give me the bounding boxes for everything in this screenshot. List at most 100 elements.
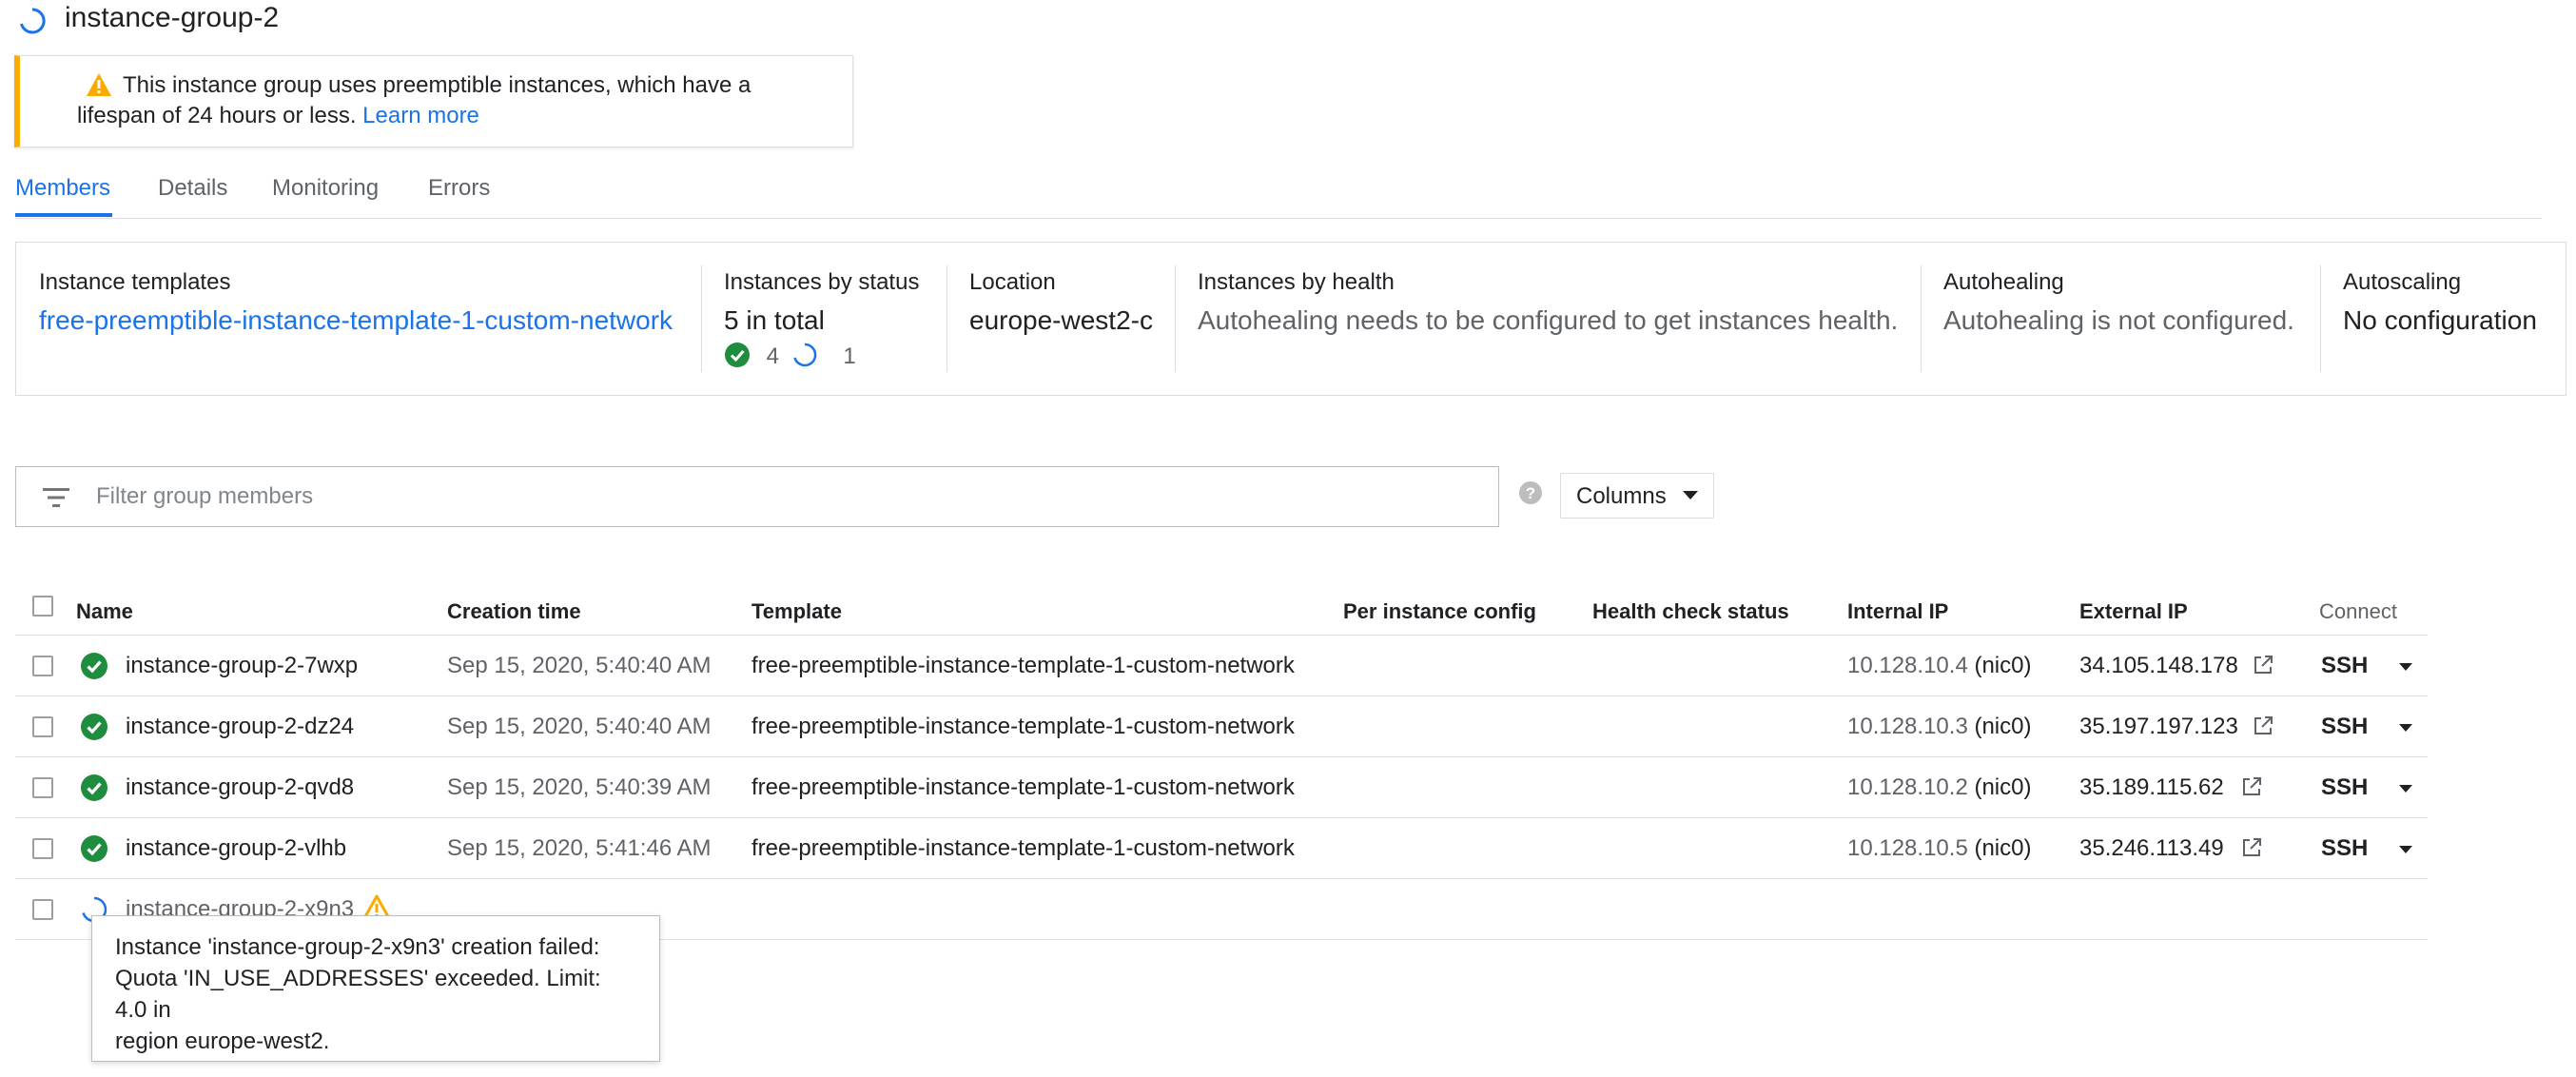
banner-text-line1: This instance group uses preemptible ins… <box>123 72 751 98</box>
filter-icon <box>43 488 69 507</box>
instance-name-link[interactable]: instance-group-2-vlhb <box>126 833 346 864</box>
table-row: instance-group-2-dz24 Sep 15, 2020, 5:40… <box>15 696 2428 757</box>
banner-message: This instance group uses preemptible ins… <box>77 70 838 131</box>
instances-by-health-value: Autohealing needs to be configured to ge… <box>1198 305 1899 335</box>
column-header-name[interactable]: Name <box>76 597 133 626</box>
internal-ip-address: 10.128.10.3 <box>1847 714 1968 739</box>
instances-by-status-label: Instances by status <box>724 269 920 295</box>
template-link[interactable]: free-preemptible-instance-template-1-cus… <box>751 712 1295 742</box>
learn-more-link[interactable]: Learn more <box>362 103 479 128</box>
tab-details[interactable]: Details <box>158 173 227 204</box>
preemptible-warning-banner: This instance group uses preemptible ins… <box>14 55 853 147</box>
creation-time: Sep 15, 2020, 5:40:40 AM <box>447 653 712 678</box>
creation-time: Sep 15, 2020, 5:40:39 AM <box>447 774 712 800</box>
internal-ip: 10.128.10.4 (nic0) <box>1847 651 2031 681</box>
ok-count: 4 <box>766 343 780 369</box>
nic-label: (nic0) <box>1974 835 2032 861</box>
location-label: Location <box>969 269 1056 295</box>
tab-bar: Members Details Monitoring Errors <box>15 164 2542 219</box>
row-checkbox[interactable] <box>32 838 53 859</box>
column-header-per-instance-config[interactable]: Per instance config <box>1343 597 1536 626</box>
location-value: europe-west2-c <box>969 305 1153 335</box>
group-summary-panel: Instance templates free-preemptible-inst… <box>15 242 2566 396</box>
external-link-icon[interactable] <box>2239 774 2264 799</box>
check-circle-icon <box>81 835 107 862</box>
column-header-health-check-status[interactable]: Health check status <box>1592 597 1789 626</box>
internal-ip-address: 10.128.10.5 <box>1847 835 1968 861</box>
page-title: instance-group-2 <box>65 2 280 33</box>
tooltip-line1: Instance 'instance-group-2-x9n3' creatio… <box>115 934 600 960</box>
table-header-row: Name Creation time Template Per instance… <box>15 578 2428 636</box>
nic-label: (nic0) <box>1974 653 2032 678</box>
ssh-dropdown-icon[interactable] <box>2399 724 2412 732</box>
divider <box>1175 265 1176 372</box>
external-ip[interactable]: 35.189.115.62 <box>2079 773 2224 803</box>
internal-ip: 10.128.10.2 (nic0) <box>1847 773 2031 803</box>
error-tooltip: Instance 'instance-group-2-x9n3' creatio… <box>91 915 660 1062</box>
divider <box>2320 265 2321 372</box>
instance-template-link[interactable]: free-preemptible-instance-template-1-cus… <box>39 304 673 338</box>
filter-bar <box>15 466 1499 527</box>
table-row: instance-group-2-7wxp Sep 15, 2020, 5:40… <box>15 636 2428 696</box>
tab-errors[interactable]: Errors <box>428 173 490 204</box>
row-checkbox[interactable] <box>32 899 53 920</box>
column-header-external-ip[interactable]: External IP <box>2079 597 2188 626</box>
divider <box>946 265 947 372</box>
spinner-icon <box>20 8 46 34</box>
external-link-icon[interactable] <box>2239 835 2264 860</box>
table-row: instance-group-2-vlhb Sep 15, 2020, 5:41… <box>15 818 2428 879</box>
creation-time: Sep 15, 2020, 5:41:46 AM <box>447 835 712 861</box>
instances-total: 5 in total <box>724 305 825 335</box>
internal-ip: 10.128.10.5 (nic0) <box>1847 833 2031 864</box>
help-icon[interactable]: ? <box>1518 480 1543 505</box>
tab-monitoring[interactable]: Monitoring <box>272 173 379 204</box>
check-circle-icon <box>81 774 107 801</box>
column-header-creation-time[interactable]: Creation time <box>447 597 581 626</box>
instances-by-health-label: Instances by health <box>1198 269 1395 295</box>
check-circle-icon <box>81 653 107 679</box>
tab-members[interactable]: Members <box>15 173 110 204</box>
tooltip-line3: region europe-west2. <box>115 1028 330 1054</box>
autohealing-value: Autohealing is not configured. <box>1943 305 2294 335</box>
check-circle-icon <box>81 714 107 740</box>
external-ip[interactable]: 34.105.148.178 <box>2079 651 2238 681</box>
tooltip-line2: Quota 'IN_USE_ADDRESSES' exceeded. Limit… <box>115 966 601 1023</box>
ssh-button[interactable]: SSH <box>2321 712 2368 742</box>
instance-templates-label: Instance templates <box>39 269 231 295</box>
nic-label: (nic0) <box>1974 714 2032 739</box>
column-header-internal-ip[interactable]: Internal IP <box>1847 597 1948 626</box>
external-link-icon[interactable] <box>2251 653 2275 677</box>
pending-count: 1 <box>843 343 856 369</box>
creation-time: Sep 15, 2020, 5:40:40 AM <box>447 714 712 739</box>
external-link-icon[interactable] <box>2251 714 2275 738</box>
instance-name-link[interactable]: instance-group-2-qvd8 <box>126 773 354 803</box>
external-ip[interactable]: 35.197.197.123 <box>2079 712 2238 742</box>
template-link[interactable]: free-preemptible-instance-template-1-cus… <box>751 773 1295 803</box>
ssh-button[interactable]: SSH <box>2321 833 2368 864</box>
divider <box>1921 265 1922 372</box>
check-circle-icon <box>725 343 750 367</box>
filter-input[interactable] <box>96 479 1475 515</box>
autohealing-label: Autohealing <box>1943 269 2064 295</box>
ssh-dropdown-icon[interactable] <box>2399 785 2412 793</box>
ssh-button[interactable]: SSH <box>2321 773 2368 803</box>
instance-name-link[interactable]: instance-group-2-dz24 <box>126 712 354 742</box>
template-link[interactable]: free-preemptible-instance-template-1-cus… <box>751 651 1295 681</box>
column-header-template[interactable]: Template <box>751 597 842 626</box>
external-ip[interactable]: 35.246.113.49 <box>2079 833 2224 864</box>
columns-button[interactable]: Columns <box>1560 473 1714 519</box>
row-checkbox[interactable] <box>32 777 53 798</box>
instance-name-link[interactable]: instance-group-2-7wxp <box>126 651 358 681</box>
nic-label: (nic0) <box>1974 774 2032 800</box>
ssh-dropdown-icon[interactable] <box>2399 663 2412 671</box>
ssh-dropdown-icon[interactable] <box>2399 846 2412 853</box>
columns-label: Columns <box>1576 483 1667 509</box>
table-row: instance-group-2-qvd8 Sep 15, 2020, 5:40… <box>15 757 2428 818</box>
template-link[interactable]: free-preemptible-instance-template-1-cus… <box>751 833 1295 864</box>
ssh-button[interactable]: SSH <box>2321 651 2368 681</box>
row-checkbox[interactable] <box>32 656 53 676</box>
select-all-checkbox[interactable] <box>32 596 53 617</box>
row-checkbox[interactable] <box>32 716 53 737</box>
spinner-icon <box>793 343 816 367</box>
active-tab-indicator <box>15 213 112 217</box>
